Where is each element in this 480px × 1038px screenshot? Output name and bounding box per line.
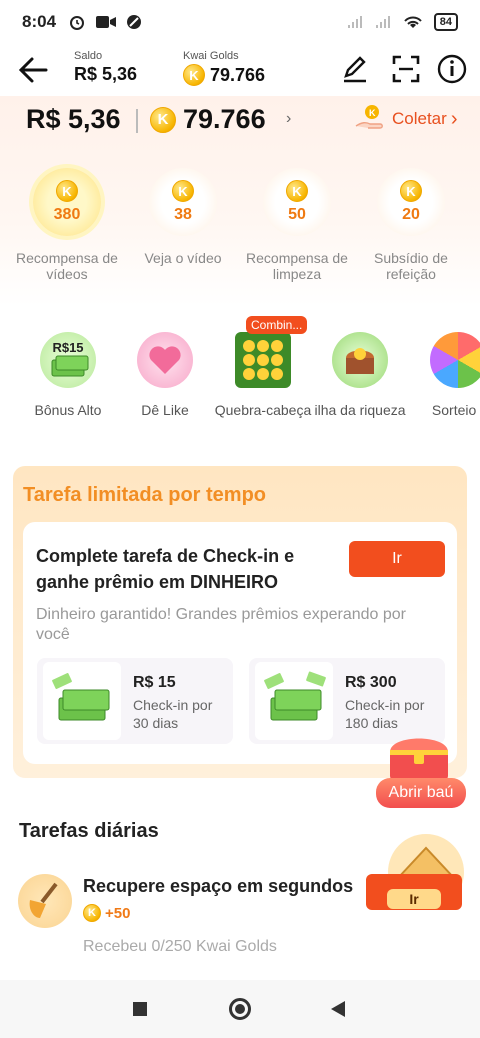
kwai-coin-icon: K [56, 180, 78, 202]
saldo-block: Saldo R$ 5,36 [74, 50, 137, 85]
kwai-coin-icon: K [400, 180, 422, 202]
signal-icon [347, 16, 362, 28]
status-bar: 8:04 84 [0, 0, 480, 44]
reward-label: Recompensa de limpeza [246, 250, 348, 282]
status-time: 8:04 [22, 12, 57, 31]
top-bar: Saldo R$ 5,36 Kwai Golds K 79.766 [0, 44, 480, 96]
daily-task-title: Recupere espaço em segundos [83, 876, 354, 896]
reward-amount: 50 [288, 206, 306, 223]
home-icon[interactable] [229, 998, 251, 1020]
video-icon [96, 16, 117, 28]
checkin-go-button[interactable]: Ir [349, 541, 445, 577]
activity-label: Dê Like [141, 402, 189, 418]
daily-task-reward: K +50 [83, 904, 130, 922]
info-icon[interactable] [437, 54, 467, 84]
scan-icon[interactable] [391, 54, 421, 84]
divider [136, 109, 138, 133]
limited-title: Tarefa limitada por tempo [23, 484, 267, 506]
chevron-right-icon[interactable]: › [286, 110, 291, 128]
reward-cleaning[interactable]: K 50 Recompensa de limpeza [242, 168, 352, 282]
golds-block: Kwai Golds K 79.766 [183, 50, 265, 86]
activity-de-like[interactable]: Dê Like [115, 332, 215, 418]
coletar-button[interactable]: K Coletar › [354, 104, 457, 134]
golds-label: Kwai Golds [183, 50, 239, 62]
heart-icon [137, 332, 193, 388]
reward-video[interactable]: K 380 Recompensa de vídeos [12, 168, 122, 282]
money-stack-icon: R$15 [40, 332, 96, 388]
open-chest-button[interactable]: Abrir baú [376, 778, 466, 808]
reward-label: Subsídio de refeição [374, 250, 448, 282]
golds-value: 79.766 [210, 64, 266, 85]
golds-amount: 79.766 [183, 104, 266, 134]
kwai-coin-icon: K [172, 180, 194, 202]
activity-ilha-riqueza[interactable]: ilha da riqueza [310, 332, 410, 418]
prize-card: R$ 15 Check-in por 30 dias [37, 658, 233, 744]
kwai-coin-icon: K [183, 64, 205, 86]
coletar-label: Coletar [392, 109, 447, 128]
saldo-label: Saldo [74, 50, 103, 62]
svg-text:K: K [369, 108, 376, 118]
recents-icon[interactable] [133, 1002, 147, 1016]
checkin-task-subtitle: Dinheiro garantido! Grandes prêmios expe… [36, 606, 406, 643]
prize-desc: Check-in por 180 dias [345, 697, 425, 731]
kwai-coin-icon: K [286, 180, 308, 202]
prize-value: R$ 300 [345, 674, 397, 691]
activities-row: R$15 Bônus Alto Dê Like Quebra-cabeça Co… [0, 316, 480, 450]
checkin-task-title: Complete tarefa de Check-in e ganhe prêm… [36, 546, 295, 592]
prize-wheel-icon [430, 332, 480, 388]
back-arrow-icon[interactable] [16, 54, 50, 86]
activity-puzzle[interactable]: Quebra-cabeça [213, 332, 313, 418]
hand-coin-icon: K [355, 105, 383, 129]
signal-icon-2 [375, 16, 390, 28]
reward-amount: +50 [105, 904, 131, 922]
puzzle-grid-icon [235, 332, 291, 388]
reward-label: Recompensa de vídeos [16, 250, 118, 282]
back-icon[interactable] [331, 1001, 345, 1017]
reward-label: Veja o vídeo [144, 250, 222, 266]
edit-icon[interactable] [340, 54, 370, 84]
kwai-coin-icon: K [150, 106, 176, 133]
balance-money: R$ 5,36 [26, 104, 121, 134]
treasure-chest-icon [332, 332, 388, 388]
daily-task-go-button[interactable]: Ir [366, 874, 462, 910]
reward-watch-video[interactable]: K 38 Veja o vídeo [128, 168, 238, 266]
activity-label: Quebra-cabeça [214, 402, 312, 418]
reward-meal[interactable]: K 20 Subsídio de refeição [356, 168, 466, 282]
daily-task-progress: Recebeu 0/250 Kwai Golds [83, 938, 277, 955]
prize-desc: Check-in por 30 dias [133, 697, 213, 731]
alarm-icon [70, 16, 85, 30]
prize-value: R$ 15 [133, 674, 176, 691]
balance-golds[interactable]: K 79.766 [150, 104, 266, 135]
activity-sorteio[interactable]: Sorteio I [408, 332, 480, 418]
activity-label: Bônus Alto [34, 402, 102, 418]
reward-amount: 20 [402, 206, 420, 223]
wifi-icon [404, 16, 422, 28]
broom-icon [18, 874, 72, 928]
activity-label: ilha da riqueza [314, 402, 406, 418]
kwai-coin-icon: K [83, 904, 101, 922]
dnd-icon [127, 15, 142, 29]
system-nav-bar [0, 980, 480, 1038]
button-label: Ir [387, 889, 441, 909]
treasure-chest-icon[interactable] [384, 730, 454, 782]
cash-stack-icon [43, 662, 121, 740]
cash-stack-icon [255, 662, 333, 740]
saldo-value: R$ 5,36 [74, 64, 138, 84]
combin-badge: Combin... [246, 316, 308, 334]
chevron-right-icon: › [450, 107, 458, 130]
daily-tasks-title: Tarefas diárias [19, 820, 159, 842]
activity-bonus-alto[interactable]: R$15 Bônus Alto [18, 332, 118, 418]
daily-task-item: Recupere espaço em segundos K +50 Recebe… [18, 872, 462, 962]
reward-amount: 38 [174, 206, 192, 223]
battery-icon: 84 [433, 13, 458, 31]
activity-label: Sorteio I [431, 402, 480, 418]
reward-amount: 380 [53, 206, 81, 223]
